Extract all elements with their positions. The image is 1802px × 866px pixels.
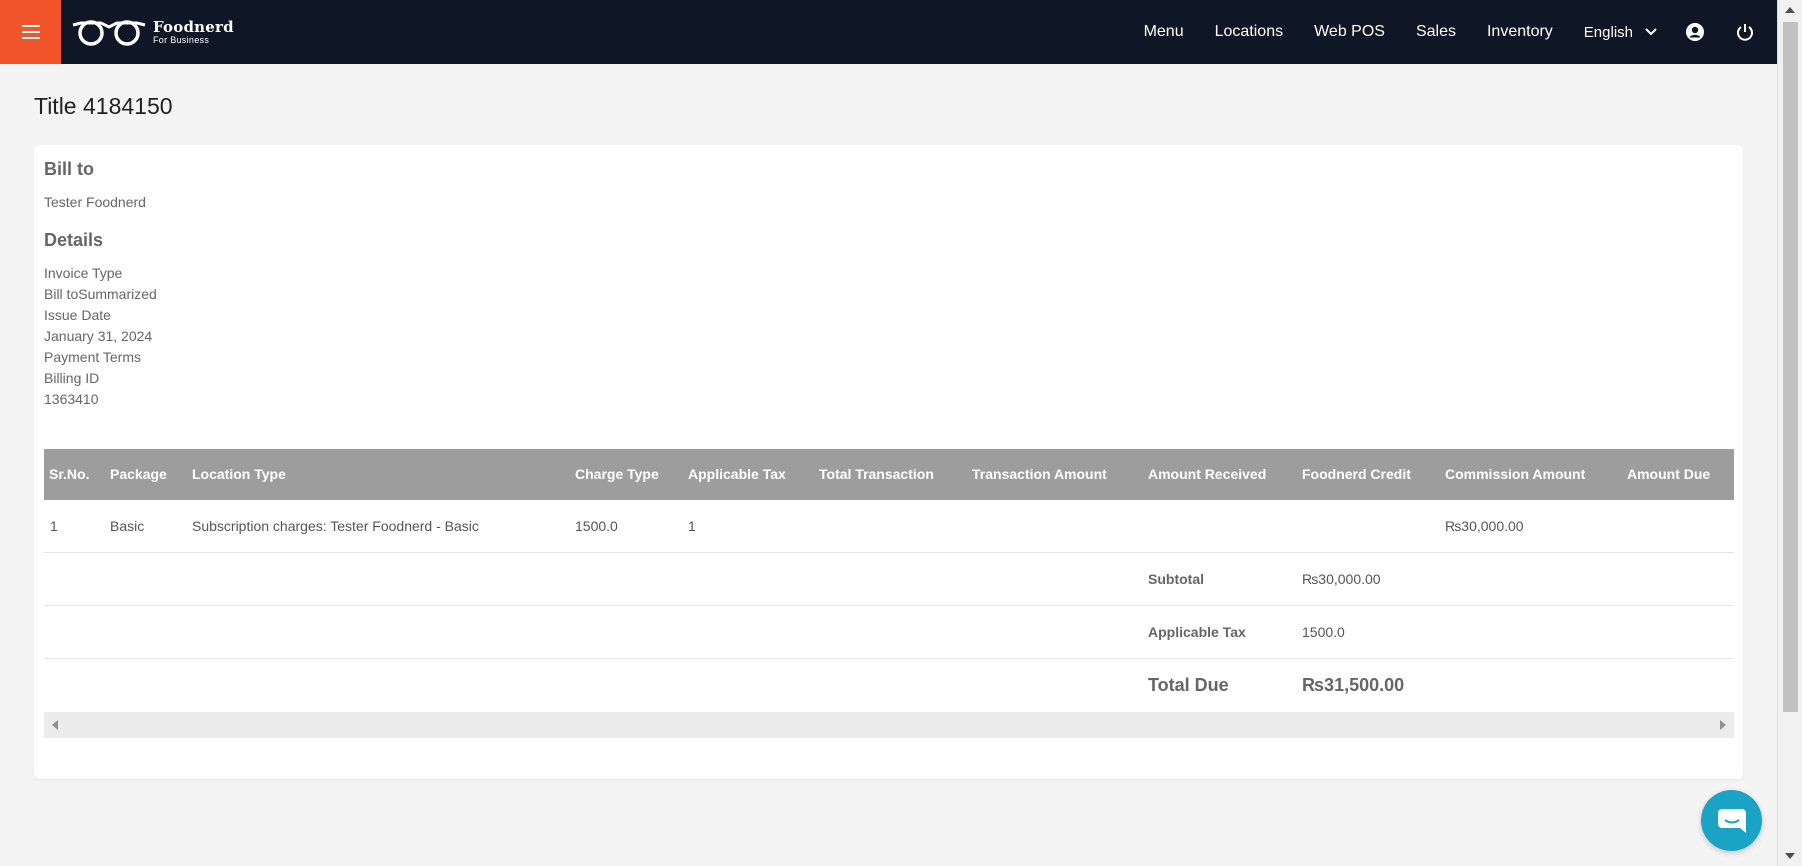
table-horizontal-scrollbar[interactable] (44, 712, 1734, 738)
user-circle-icon (1686, 23, 1704, 41)
column-header-transaction-amount: Transaction Amount (972, 466, 1107, 482)
glasses-icon (72, 20, 146, 46)
column-header-amount-due: Amount Due (1627, 466, 1711, 482)
column-header-total-transaction: Total Transaction (819, 466, 934, 482)
invoice-card: Bill to Tester Foodnerd Details Invoice … (34, 145, 1743, 779)
brand-name: Foodnerd (153, 17, 234, 36)
brand-logo[interactable]: Foodnerd For Business (71, 16, 234, 48)
language-select[interactable]: English (1584, 24, 1657, 41)
hamburger-menu-button[interactable] (0, 0, 61, 64)
subtotal-label: Subtotal (1148, 571, 1204, 587)
cell-location-type: Subscription charges: Tester Foodnerd - … (192, 518, 479, 534)
nav-item-web-pos[interactable]: Web POS (1314, 23, 1385, 41)
cell-package: Basic (110, 518, 145, 534)
detail-line: 1363410 (44, 391, 99, 407)
chat-bubble-icon (1717, 808, 1746, 833)
column-header-amount-received: Amount Received (1148, 466, 1267, 482)
nav-item-locations[interactable]: Locations (1215, 23, 1284, 41)
scrollbar-thumb[interactable] (1783, 22, 1798, 712)
page-scrollbar[interactable] (1777, 0, 1802, 866)
detail-line: Invoice Type (44, 265, 123, 281)
detail-line: January 31, 2024 (44, 328, 153, 344)
column-header-commission-amount: Commission Amount (1445, 466, 1586, 482)
language-label: English (1583, 23, 1633, 41)
brand-tagline: For Business (153, 34, 210, 45)
nav-item-menu[interactable]: Menu (1144, 23, 1184, 41)
tax-label: Applicable Tax (1148, 624, 1246, 640)
hamburger-icon (21, 25, 40, 27)
detail-line: Payment Terms (44, 349, 141, 365)
tax-value: 1500.0 (1302, 624, 1345, 640)
chat-button[interactable] (1701, 790, 1762, 851)
detail-line: Issue Date (44, 307, 111, 323)
column-header-sr-no: Sr.No. (49, 466, 90, 482)
column-header-package: Package (110, 466, 167, 482)
bill-to-heading: Bill to (44, 159, 94, 179)
nav-links: Menu Locations Web POS Sales Inventory E… (1144, 0, 1777, 64)
scroll-right-icon[interactable] (1720, 720, 1726, 730)
column-header-applicable-tax: Applicable Tax (688, 466, 786, 482)
top-navbar: Foodnerd For Business Menu Locations Web… (0, 0, 1777, 64)
invoice-table: Sr.No. Package Location Type Charge Type… (44, 449, 1734, 738)
subtotal-value: ₨30,000.00 (1302, 571, 1381, 587)
subtotal-row: Subtotal ₨30,000.00 (44, 553, 1734, 606)
table-header: Sr.No. Package Location Type Charge Type… (44, 449, 1734, 500)
cell-applicable-tax: 1 (688, 518, 696, 534)
scroll-left-icon[interactable] (52, 720, 58, 730)
total-due-value: ₨31,500.00 (1302, 675, 1405, 695)
account-button[interactable] (1683, 20, 1707, 44)
chevron-down-icon (1645, 28, 1657, 36)
scroll-up-icon[interactable] (1785, 7, 1795, 13)
nav-item-sales[interactable]: Sales (1416, 23, 1456, 41)
detail-line: Billing ID (44, 370, 100, 386)
page-title: Title 4184150 (34, 93, 173, 119)
table-row: 1 Basic Subscription charges: Tester Foo… (44, 500, 1734, 553)
column-header-location-type: Location Type (192, 466, 286, 482)
column-header-charge-type: Charge Type (575, 466, 659, 482)
tax-row: Applicable Tax 1500.0 (44, 606, 1734, 659)
nav-item-inventory[interactable]: Inventory (1487, 23, 1553, 41)
power-icon (1737, 24, 1753, 41)
cell-commission-amount: ₨30,000.00 (1445, 518, 1524, 534)
total-due-label: Total Due (1148, 675, 1229, 695)
cell-sr-no: 1 (50, 518, 58, 534)
column-header-foodnerd-credit: Foodnerd Credit (1302, 466, 1411, 482)
cell-charge-type: 1500.0 (575, 518, 618, 534)
bill-to-name: Tester Foodnerd (44, 194, 146, 210)
logout-button[interactable] (1733, 20, 1757, 44)
detail-line: Bill toSummarized (44, 286, 157, 302)
scroll-down-icon[interactable] (1785, 853, 1795, 859)
total-due-row: Total Due ₨31,500.00 (44, 659, 1734, 712)
details-heading: Details (44, 230, 104, 250)
